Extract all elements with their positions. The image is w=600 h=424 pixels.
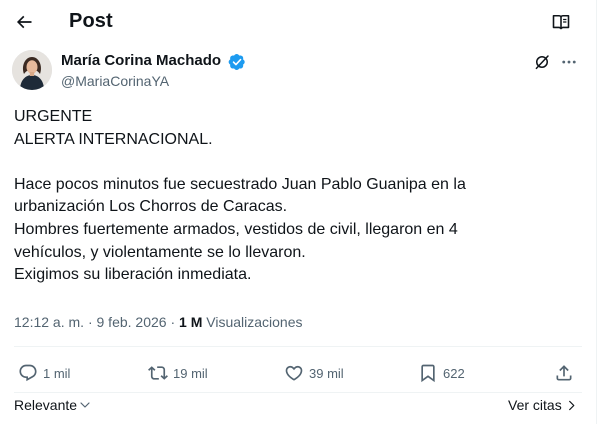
avatar-image: [12, 50, 52, 90]
share-button[interactable]: [554, 359, 574, 387]
more-options-button[interactable]: [557, 51, 581, 73]
grok-icon: [535, 55, 549, 70]
views-count: 1 M: [179, 314, 203, 330]
arrow-left-icon: [16, 15, 32, 29]
chevron-right-icon: [568, 400, 575, 410]
meta-separator: ·: [87, 314, 93, 330]
author-handle[interactable]: @MariaCorinaYA: [61, 73, 169, 89]
verified-badge-icon: [228, 53, 245, 71]
bookmark-icon: [421, 364, 435, 383]
replies-sort-dropdown[interactable]: Relevante: [14, 397, 91, 413]
like-count: 39 mil: [309, 365, 344, 381]
back-button[interactable]: [8, 6, 40, 38]
quotes-label: Ver citas: [508, 397, 562, 413]
chevron-down-icon: [80, 402, 90, 408]
bookmark-button[interactable]: 622: [418, 359, 465, 387]
page-title: Post: [69, 10, 113, 32]
view-quotes-link[interactable]: Ver citas: [508, 397, 577, 413]
sort-label: Relevante: [14, 397, 78, 413]
tweet-line: Hace pocos minutos fue secuestrado Juan …: [14, 175, 466, 193]
grok-button[interactable]: [531, 51, 553, 73]
heart-icon: [285, 365, 303, 381]
share-icon: [556, 365, 572, 381]
repost-icon: [148, 366, 168, 380]
tweet-line: ALERTA INTERNACIONAL.: [14, 130, 213, 148]
reader-mode-button[interactable]: [545, 6, 577, 38]
column-border: [596, 0, 597, 424]
tweet-date[interactable]: 9 feb. 2026: [97, 314, 167, 330]
bookmark-count: 622: [443, 365, 465, 381]
reply-button[interactable]: 1 mil: [18, 359, 70, 387]
tweet-line: vehículos, y violentamente se lo llevaro…: [14, 243, 306, 261]
tweet-line: [14, 151, 586, 174]
open-book-icon: [552, 14, 570, 30]
post-header: Post: [0, 0, 596, 44]
tweet-meta: 12:12 a. m. · 9 feb. 2026 · 1 M Visualiz…: [14, 314, 303, 330]
tweet-line: Hombres fuertemente armados, vestidos de…: [14, 220, 458, 238]
tweet-time[interactable]: 12:12 a. m.: [14, 314, 84, 330]
like-button[interactable]: 39 mil: [284, 359, 344, 387]
avatar[interactable]: [12, 50, 52, 90]
meta-separator: ·: [170, 314, 176, 330]
reply-count: 1 mil: [43, 365, 71, 381]
tweet-line: Exigimos su liberación inmediata.: [14, 266, 252, 284]
author-name[interactable]: María Corina Machado: [61, 52, 221, 69]
divider: [14, 392, 582, 393]
tweet-line: URGENTE: [14, 108, 93, 125]
more-horizontal-icon: [562, 60, 576, 64]
repost-button[interactable]: 19 mil: [148, 359, 208, 387]
divider: [14, 346, 582, 347]
tweet-line: urbanización Los Chorros de Caracas.: [14, 198, 288, 216]
repost-count: 19 mil: [173, 365, 208, 381]
tweet-text: URGENTE ALERTA INTERNACIONAL. Hace pocos…: [14, 106, 586, 287]
action-bar: 1 mil 19 mil 39 mil 622: [14, 359, 582, 387]
reply-icon: [19, 364, 37, 382]
views-label: Visualizaciones: [206, 314, 303, 330]
